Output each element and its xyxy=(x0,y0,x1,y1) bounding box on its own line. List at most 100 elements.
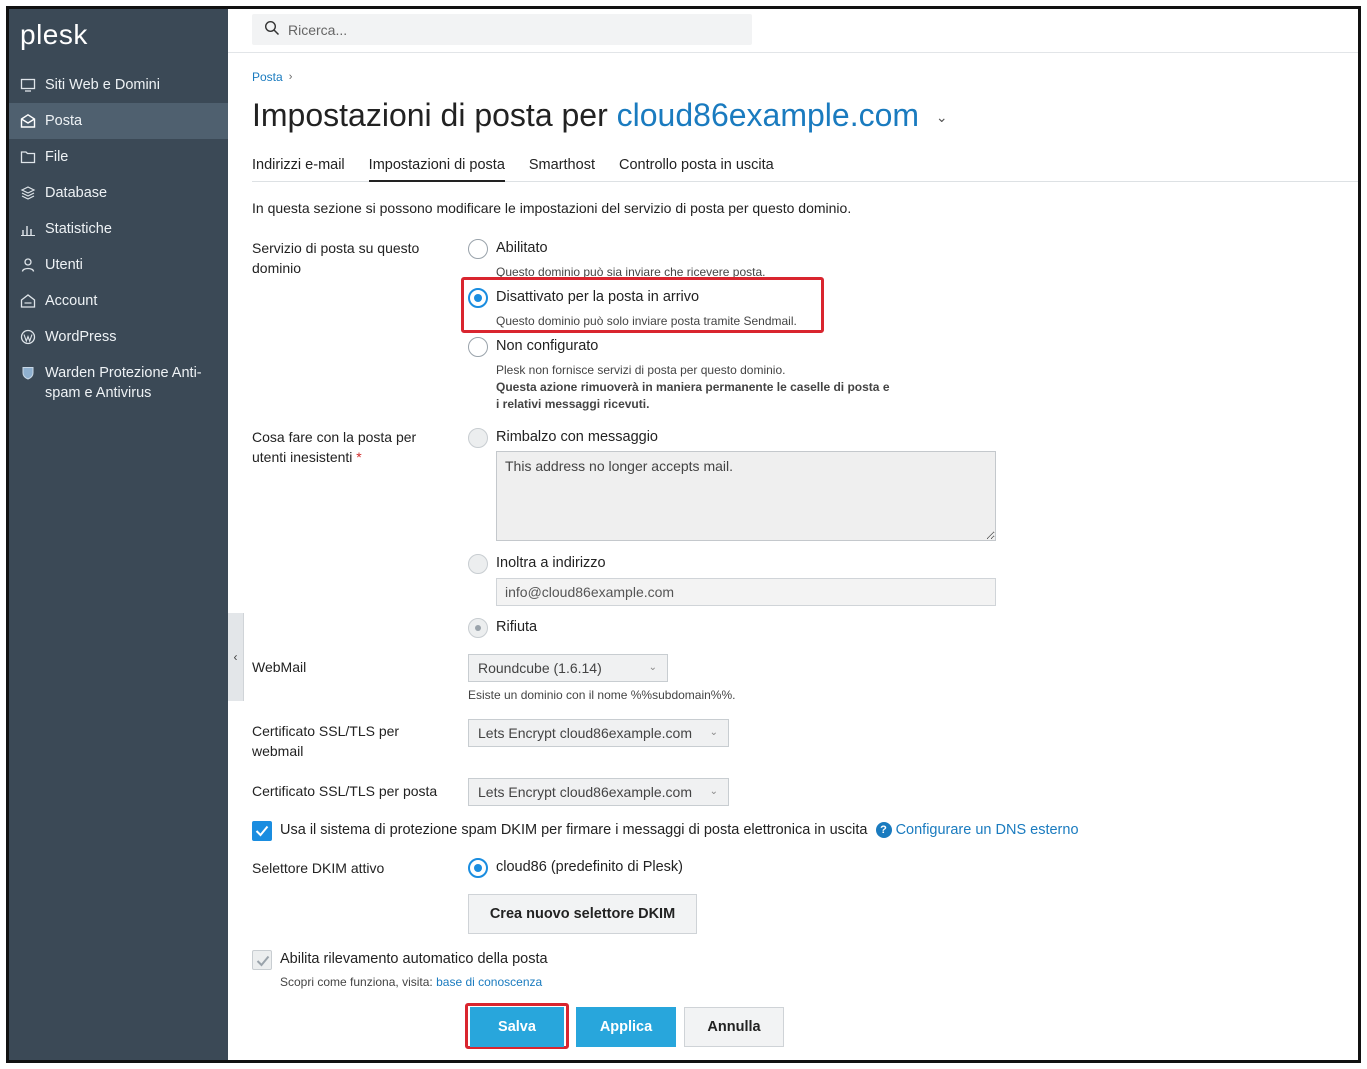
mail-icon xyxy=(19,112,37,130)
search-box[interactable] xyxy=(252,14,752,45)
database-icon xyxy=(19,184,37,202)
sidebar-item-statistics[interactable]: Statistiche xyxy=(9,211,228,247)
radio-bounce[interactable] xyxy=(468,428,488,448)
search-input[interactable] xyxy=(288,21,728,38)
create-dkim-selector-button[interactable]: Crea nuovo selettore DKIM xyxy=(468,894,697,934)
check-icon xyxy=(256,955,270,967)
folder-icon xyxy=(19,148,37,166)
dkim-checkbox-label: Usa il sistema di protezione spam DKIM p… xyxy=(280,822,868,838)
ssl-mail-label: Certificato SSL/TLS per posta xyxy=(252,783,438,799)
radio-mail-not-configured-warning: Questa azione rimuoverà in maniera perma… xyxy=(496,380,890,411)
webmail-select-value: Roundcube (1.6.14) xyxy=(478,660,602,676)
ssl-webmail-select-value: Lets Encrypt cloud86example.com xyxy=(478,725,692,741)
chevron-right-icon: › xyxy=(288,71,293,83)
ssl-webmail-select[interactable]: Lets Encrypt cloud86example.com ⌄ xyxy=(468,719,729,747)
external-dns-link[interactable]: Configurare un DNS esterno xyxy=(896,822,1079,838)
sidebar-item-mail[interactable]: Posta xyxy=(9,103,228,139)
ssl-webmail-label: Certificato SSL/TLS per webmail xyxy=(252,723,400,759)
required-mark: * xyxy=(356,449,362,465)
sidebar-item-websites[interactable]: Siti Web e Domini xyxy=(9,67,228,103)
autodiscover-label: Abilita rilevamento automatico della pos… xyxy=(280,951,548,967)
save-button[interactable]: Salva xyxy=(470,1007,564,1047)
bounce-message-textarea[interactable]: This address no longer accepts mail. xyxy=(496,451,996,541)
autodiscover-checkbox[interactable] xyxy=(252,950,272,970)
tab-mail-settings[interactable]: Impostazioni di posta xyxy=(368,153,505,182)
dkim-checkbox-row: Usa il sistema di protezione spam DKIM p… xyxy=(280,822,1079,838)
breadcrumb: Posta › xyxy=(252,70,292,84)
webmail-select[interactable]: Roundcube (1.6.14) ⌄ xyxy=(468,654,668,682)
sidebar-item-wordpress[interactable]: WordPress xyxy=(9,319,228,355)
domain-switcher[interactable]: cloud86example.com xyxy=(617,97,919,133)
sidebar-item-label: Account xyxy=(45,293,98,309)
wordpress-icon xyxy=(19,328,37,346)
radio-forward-label: Inoltra a indirizzo xyxy=(496,555,606,571)
webmail-label: WebMail xyxy=(252,659,307,675)
sidebar-item-account[interactable]: Account xyxy=(9,283,228,319)
chevron-down-icon[interactable]: ⌄ xyxy=(936,109,948,125)
knowledge-base-link[interactable]: base di conoscenza xyxy=(436,975,542,989)
webmail-hint: Esiste un dominio con il nome %%subdomai… xyxy=(468,688,736,702)
cancel-button[interactable]: Annulla xyxy=(684,1007,784,1047)
sidebar-item-databases[interactable]: Database xyxy=(9,175,228,211)
tab-email-addresses[interactable]: Indirizzi e-mail xyxy=(252,153,345,182)
radio-mail-enabled[interactable] xyxy=(468,239,488,259)
shield-icon xyxy=(19,364,37,382)
sidebar-item-label: Database xyxy=(45,185,108,201)
dkim-checkbox[interactable] xyxy=(252,821,272,841)
radio-mail-incoming-disabled-label: Disattivato per la posta in arrivo xyxy=(496,289,700,305)
autodiscover-hint-text: Scopri come funziona, visita: xyxy=(280,975,433,989)
page-title: Impostazioni di posta per cloud86example… xyxy=(252,97,948,134)
tab-bar: Indirizzi e-mail Impostazioni di posta S… xyxy=(252,153,1358,182)
radio-reject[interactable] xyxy=(468,618,488,638)
sidebar: plesk Siti Web e Domini Posta File Datab… xyxy=(9,9,228,1060)
search-icon xyxy=(264,20,280,39)
chevron-down-icon: ⌄ xyxy=(709,727,718,738)
main-content: Posta › Impostazioni di posta per cloud8… xyxy=(252,53,1358,1060)
sidebar-item-label: Posta xyxy=(45,113,83,129)
sidebar-item-label: File xyxy=(45,149,69,165)
radio-dkim-selector-label: cloud86 (predefinito di Plesk) xyxy=(496,859,683,875)
section-description: In questa sezione si possono modificare … xyxy=(252,200,852,216)
forward-address-input[interactable] xyxy=(496,578,996,606)
tab-outgoing-mail-control[interactable]: Controllo posta in uscita xyxy=(619,153,774,182)
radio-bounce-label: Rimbalzo con messaggio xyxy=(496,429,658,445)
radio-mail-incoming-disabled-hint: Questo dominio può solo inviare posta tr… xyxy=(496,314,797,328)
chart-icon xyxy=(19,220,37,238)
sidebar-item-files[interactable]: File xyxy=(9,139,228,175)
chevron-down-icon: ⌄ xyxy=(648,662,657,673)
sidebar-item-label: Utenti xyxy=(45,257,83,273)
dkim-selector-label: Selettore DKIM attivo xyxy=(252,860,385,876)
account-icon xyxy=(19,292,37,310)
sidebar-item-warden[interactable]: Warden Protezione Anti-spam e Antivirus xyxy=(9,355,228,411)
radio-mail-not-configured[interactable] xyxy=(468,337,488,357)
nonexistent-users-label-text: Cosa fare con la posta per utenti inesis… xyxy=(252,429,417,465)
breadcrumb-link-mail[interactable]: Posta xyxy=(252,70,283,84)
tab-smarthost[interactable]: Smarthost xyxy=(529,153,595,182)
chevron-left-icon: ‹ xyxy=(233,650,238,664)
sidebar-item-label: WordPress xyxy=(45,329,117,345)
ssl-mail-select[interactable]: Lets Encrypt cloud86example.com ⌄ xyxy=(468,778,729,806)
chevron-down-icon: ⌄ xyxy=(709,786,718,797)
nonexistent-users-label: Cosa fare con la posta per utenti inesis… xyxy=(252,427,442,467)
plesk-logo[interactable]: plesk xyxy=(20,19,88,51)
mail-service-label: Servizio di posta su questo dominio xyxy=(252,240,420,276)
page-title-prefix: Impostazioni di posta per xyxy=(252,97,608,133)
apply-button[interactable]: Applica xyxy=(576,1007,676,1047)
sidebar-item-label: Warden Protezione Anti-spam e Antivirus xyxy=(45,365,202,401)
window-frame: plesk Siti Web e Domini Posta File Datab… xyxy=(6,6,1361,1063)
help-icon[interactable]: ? xyxy=(875,822,892,838)
sidebar-item-users[interactable]: Utenti xyxy=(9,247,228,283)
check-icon xyxy=(255,825,269,837)
sidebar-nav: Siti Web e Domini Posta File Database St… xyxy=(9,67,228,411)
autodiscover-hint: Scopri come funziona, visita: base di co… xyxy=(280,974,542,991)
radio-mail-enabled-label: Abilitato xyxy=(496,240,548,256)
radio-mail-incoming-disabled[interactable] xyxy=(468,288,488,308)
radio-forward[interactable] xyxy=(468,554,488,574)
radio-mail-not-configured-label: Non configurato xyxy=(496,338,599,354)
monitor-icon xyxy=(19,76,37,94)
top-bar xyxy=(228,9,1358,53)
radio-dkim-selector[interactable] xyxy=(468,858,488,878)
sidebar-collapse-toggle[interactable]: ‹ xyxy=(228,613,244,701)
sidebar-item-label: Statistiche xyxy=(45,221,112,237)
radio-mail-not-configured-hint: Plesk non fornisce servizi di posta per … xyxy=(496,363,786,377)
